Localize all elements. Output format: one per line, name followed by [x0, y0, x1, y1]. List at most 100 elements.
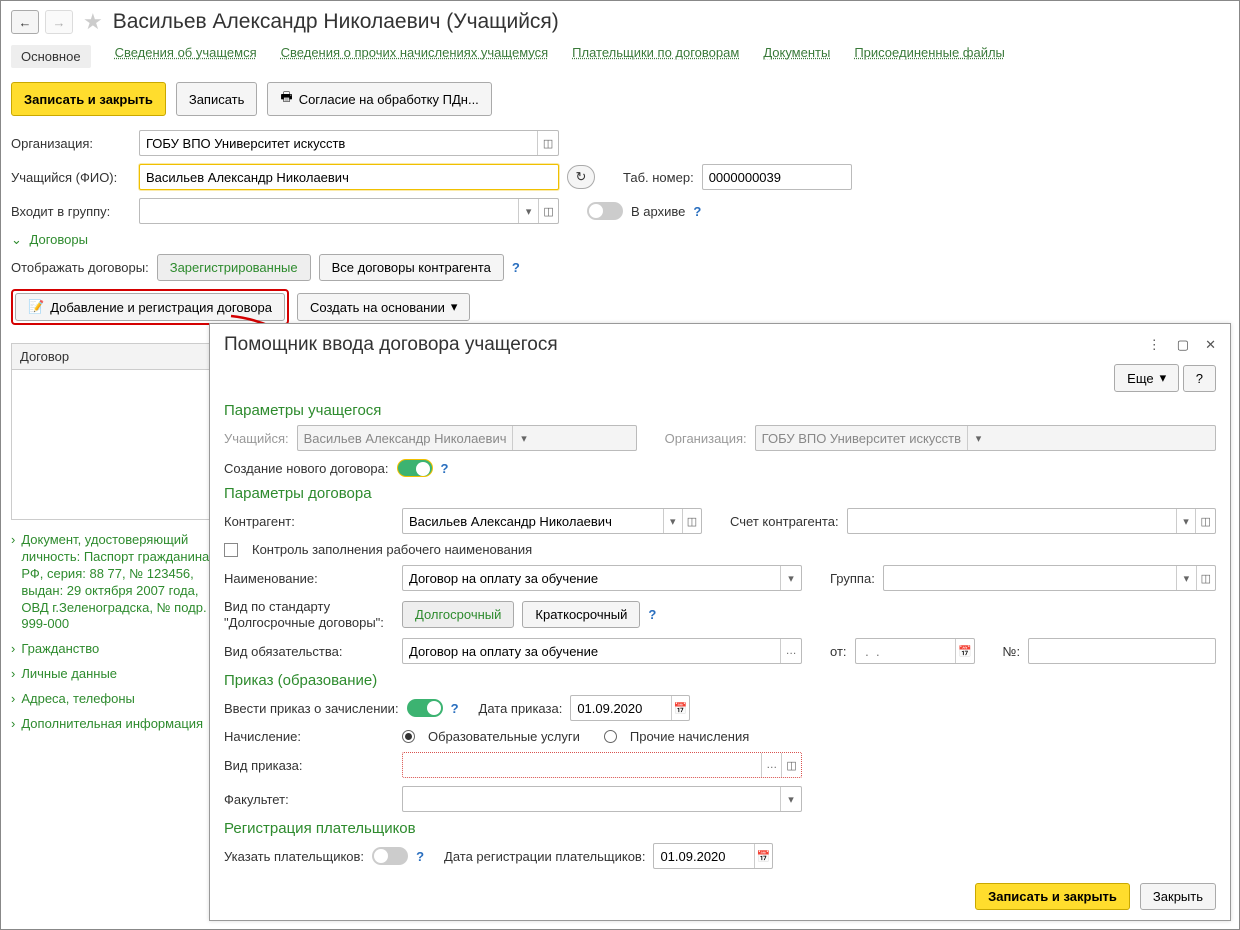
- save-button[interactable]: Записать: [176, 82, 258, 116]
- document-icon: 📝: [28, 299, 44, 315]
- reg-date-input[interactable]: 📅: [653, 843, 773, 869]
- new-contract-toggle[interactable]: [397, 459, 433, 477]
- group-label: Входит в группу:: [11, 204, 131, 219]
- tab-student-info[interactable]: Сведения об учащемся: [115, 45, 257, 68]
- counterparty-input[interactable]: ▾ ◫: [402, 508, 702, 534]
- reg-date-label: Дата регистрации плательщиков:: [444, 849, 645, 864]
- order-type-input[interactable]: … ◫: [402, 752, 802, 778]
- tab-payers[interactable]: Плательщики по договорам: [572, 45, 739, 68]
- more-button[interactable]: Еще ▾: [1114, 364, 1179, 392]
- dropdown-icon[interactable]: ▾: [663, 509, 682, 533]
- archive-toggle[interactable]: [587, 202, 623, 220]
- open-icon[interactable]: ◫: [537, 131, 558, 155]
- calendar-icon[interactable]: 📅: [671, 696, 689, 720]
- num-input[interactable]: [1028, 638, 1216, 664]
- ellipsis-icon[interactable]: …: [780, 639, 801, 663]
- account-input[interactable]: ▾ ◫: [847, 508, 1216, 534]
- dropdown-icon[interactable]: ▾: [1176, 566, 1195, 590]
- order-type-label: Вид приказа:: [224, 758, 394, 773]
- faculty-label: Факультет:: [224, 792, 394, 807]
- section-student-params: Параметры учащегося: [224, 402, 1216, 419]
- side-addresses[interactable]: ›Адреса, телефоны: [11, 691, 216, 708]
- open-icon[interactable]: ◫: [1195, 509, 1215, 533]
- dropdown-icon[interactable]: ▾: [780, 566, 801, 590]
- enroll-toggle[interactable]: [407, 699, 443, 717]
- charge-label: Начисление:: [224, 729, 394, 744]
- name-input[interactable]: ▾: [402, 565, 802, 591]
- from-label: от:: [830, 644, 847, 659]
- dropdown-icon: ▾: [967, 426, 989, 450]
- tab-other-charges[interactable]: Сведения о прочих начислениях учащемуся: [281, 45, 549, 68]
- maximize-icon[interactable]: ▢: [1177, 337, 1189, 353]
- nav-back-button[interactable]: ←: [11, 10, 39, 34]
- archive-label: В архиве: [631, 204, 685, 219]
- calendar-icon[interactable]: 📅: [955, 639, 973, 663]
- dropdown-icon[interactable]: ▾: [1176, 509, 1196, 533]
- open-icon[interactable]: ◫: [538, 199, 558, 223]
- section-order: Приказ (образование): [224, 672, 1216, 689]
- counterparty-label: Контрагент:: [224, 514, 394, 529]
- close-icon[interactable]: ✕: [1205, 337, 1216, 353]
- radio-edu[interactable]: [402, 730, 415, 743]
- group2-input[interactable]: ▾ ◫: [883, 565, 1216, 591]
- registered-button[interactable]: Зарегистрированные: [157, 254, 311, 281]
- obligation-input[interactable]: …: [402, 638, 802, 664]
- tab-main[interactable]: Основное: [11, 45, 91, 68]
- specify-toggle[interactable]: [372, 847, 408, 865]
- menu-icon[interactable]: ⋮: [1148, 337, 1161, 353]
- consent-button[interactable]: 🖶Согласие на обработку ПДн...: [267, 82, 491, 116]
- from-date-input[interactable]: 📅: [855, 638, 975, 664]
- longterm-button[interactable]: Долгосрочный: [402, 601, 514, 628]
- favorite-star-icon[interactable]: ★: [83, 9, 103, 35]
- open-icon[interactable]: ◫: [682, 509, 701, 533]
- num-label: №:: [1003, 644, 1021, 659]
- help-icon[interactable]: ?: [441, 461, 449, 476]
- help-icon[interactable]: ?: [416, 849, 424, 864]
- open-icon[interactable]: ◫: [781, 753, 801, 777]
- control-checkbox[interactable]: [224, 543, 238, 557]
- side-citizenship[interactable]: ›Гражданство: [11, 641, 216, 658]
- open-icon[interactable]: ◫: [1196, 566, 1215, 590]
- ellipsis-icon[interactable]: …: [761, 753, 781, 777]
- help-icon[interactable]: ?: [512, 260, 520, 275]
- org-input[interactable]: ◫: [139, 130, 559, 156]
- calendar-icon[interactable]: 📅: [754, 844, 772, 868]
- specify-label: Указать плательщиков:: [224, 849, 364, 864]
- tabnum-input[interactable]: [702, 164, 852, 190]
- order-date-input[interactable]: 📅: [570, 695, 690, 721]
- help-icon[interactable]: ?: [693, 204, 701, 219]
- tab-documents[interactable]: Документы: [763, 45, 830, 68]
- history-icon[interactable]: ↻: [567, 165, 595, 189]
- radio-other[interactable]: [604, 730, 617, 743]
- dropdown-icon[interactable]: ▾: [780, 787, 801, 811]
- chevron-down-icon[interactable]: ⌄: [11, 232, 22, 247]
- name-label: Наименование:: [224, 571, 394, 586]
- chevron-right-icon: ›: [11, 532, 15, 633]
- chevron-right-icon: ›: [11, 691, 15, 708]
- student-input[interactable]: [139, 164, 559, 190]
- help-button[interactable]: ?: [1183, 365, 1216, 392]
- radio-edu-label: Образовательные услуги: [428, 729, 580, 744]
- contracts-header[interactable]: Договоры: [30, 232, 88, 247]
- all-contracts-button[interactable]: Все договоры контрагента: [319, 254, 504, 281]
- help-icon[interactable]: ?: [451, 701, 459, 716]
- add-register-button[interactable]: 📝Добавление и регистрация договора: [15, 293, 285, 321]
- wiz-save-close-button[interactable]: Записать и закрыть: [975, 883, 1130, 910]
- shortterm-button[interactable]: Краткосрочный: [522, 601, 640, 628]
- group-input[interactable]: ▾ ◫: [139, 198, 559, 224]
- help-icon[interactable]: ?: [648, 607, 656, 622]
- nav-forward-button[interactable]: →: [45, 10, 73, 34]
- contracts-table[interactable]: [11, 370, 216, 520]
- faculty-input[interactable]: ▾: [402, 786, 802, 812]
- wizard-panel: Помощник ввода договора учащегося ⋮ ▢ ✕ …: [209, 323, 1231, 921]
- chevron-right-icon: ›: [11, 666, 15, 683]
- wiz-close-button[interactable]: Закрыть: [1140, 883, 1216, 910]
- create-based-button[interactable]: Создать на основании ▾: [297, 293, 470, 321]
- dropdown-icon: ▾: [512, 426, 534, 450]
- tab-files[interactable]: Присоединенные файлы: [854, 45, 1005, 68]
- side-identity[interactable]: ›Документ, удостоверяющий личность: Пасп…: [11, 532, 216, 633]
- side-additional[interactable]: ›Дополнительная информация: [11, 716, 216, 733]
- save-close-button[interactable]: Записать и закрыть: [11, 82, 166, 116]
- side-personal[interactable]: ›Личные данные: [11, 666, 216, 683]
- dropdown-icon[interactable]: ▾: [518, 199, 538, 223]
